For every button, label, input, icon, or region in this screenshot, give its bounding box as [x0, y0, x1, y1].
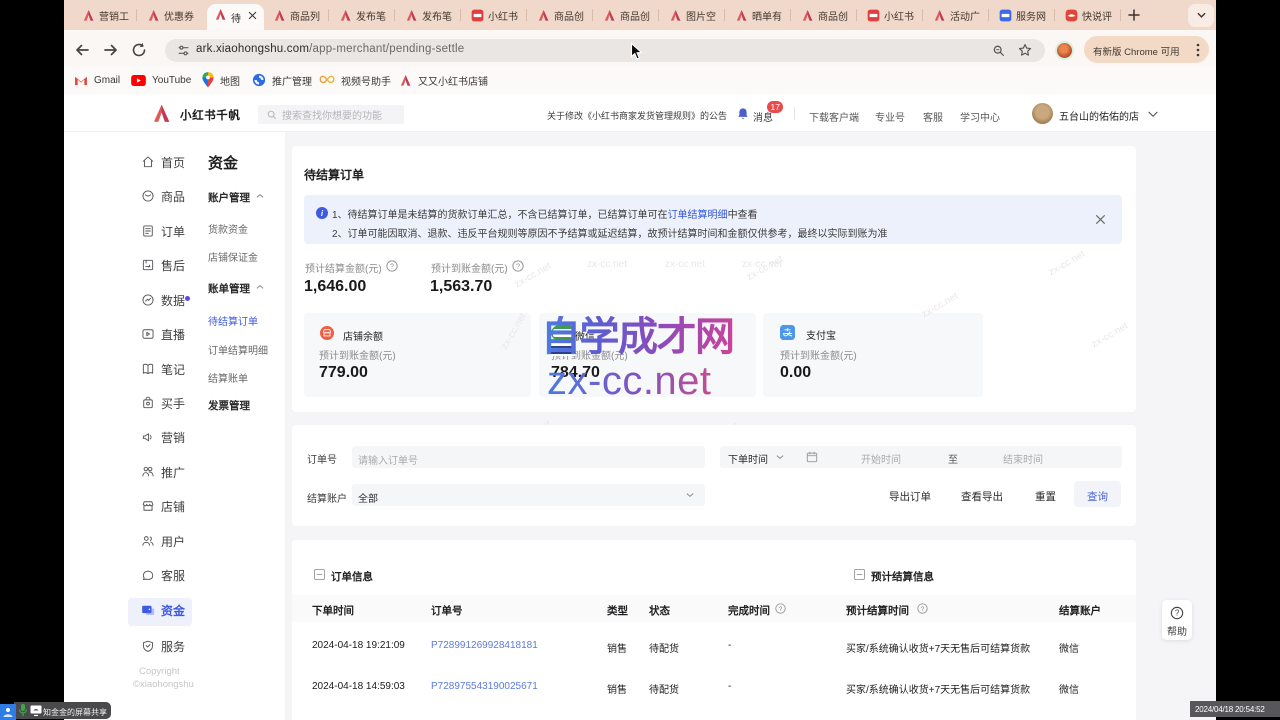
svg-text:?: ?: [390, 262, 394, 271]
svg-text:?: ?: [921, 606, 925, 613]
svg-text:?: ?: [779, 606, 783, 613]
svg-text:?: ?: [516, 262, 520, 271]
svg-text:?: ?: [1175, 609, 1180, 618]
